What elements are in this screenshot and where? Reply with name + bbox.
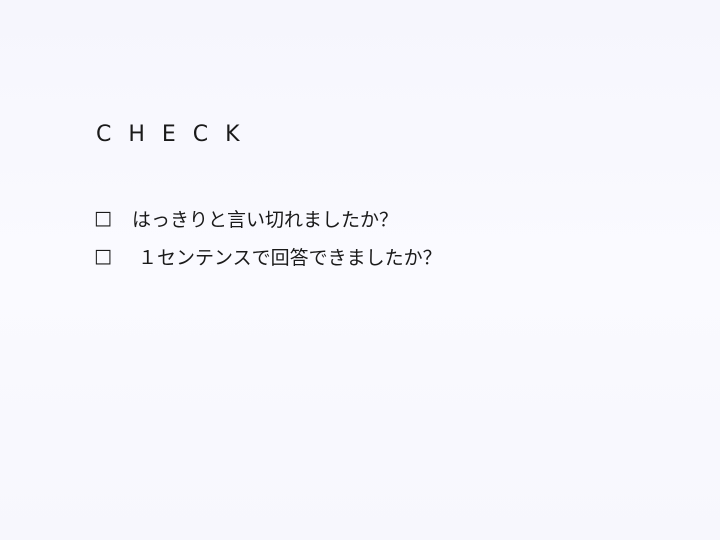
- checkbox-icon: □: [94, 206, 112, 229]
- checklist-item: □ １センテンスで回答できましたか？: [94, 237, 442, 275]
- slide-title: C H E C K: [96, 122, 245, 147]
- slide: C H E C K □ はっきりと言い切れましたか？ □ １センテンスで回答でき…: [0, 0, 720, 540]
- checklist-item-text: １センテンスで回答できましたか？: [132, 246, 442, 269]
- checklist-item-text: はっきりと言い切れましたか？: [132, 208, 399, 231]
- checkbox-icon: □: [94, 244, 112, 267]
- checklist-item: □ はっきりと言い切れましたか？: [94, 199, 442, 237]
- checklist: □ はっきりと言い切れましたか？ □ １センテンスで回答できましたか？: [94, 199, 442, 275]
